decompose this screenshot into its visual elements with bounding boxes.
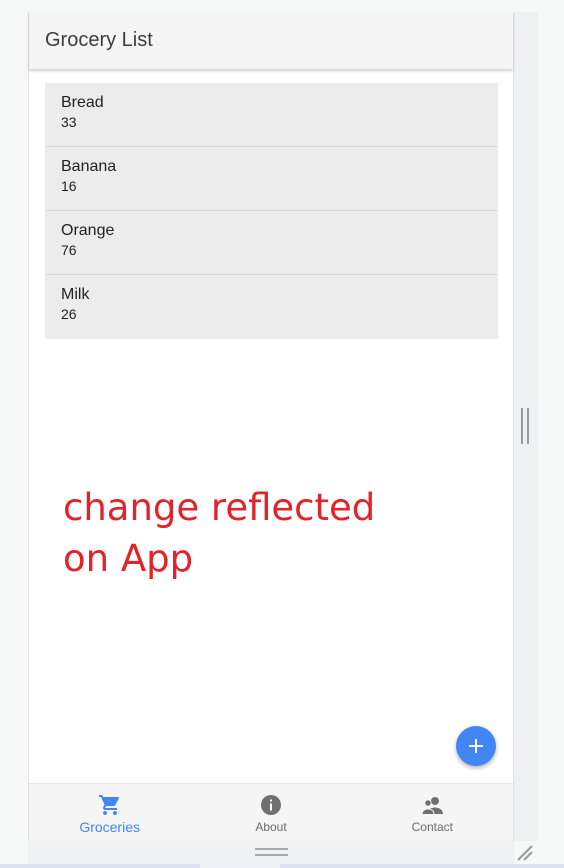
pane-splitter-handle[interactable] — [521, 408, 529, 444]
nav-tab-contact[interactable]: Contact — [352, 784, 513, 841]
annotation-line-2: on App — [63, 537, 194, 580]
annotation-text: change reflected on App — [63, 482, 443, 584]
bottom-strip — [0, 864, 564, 868]
drag-handle[interactable] — [255, 848, 288, 856]
item-quantity: 16 — [61, 178, 77, 194]
plus-icon — [469, 739, 483, 753]
resize-grip-icon[interactable] — [516, 844, 534, 862]
annotation-line-1: change reflected — [63, 486, 376, 529]
app-header: Grocery List — [29, 12, 513, 69]
nav-label-about: About — [255, 820, 287, 834]
list-item[interactable]: Orange 76 — [45, 211, 498, 275]
item-name: Orange — [61, 222, 115, 239]
contacts-icon — [421, 797, 444, 814]
item-name: Banana — [61, 158, 117, 175]
bottom-navigation: Groceries About Contact — [29, 783, 513, 841]
item-name: Milk — [61, 286, 90, 303]
item-quantity: 76 — [61, 242, 77, 258]
item-quantity: 33 — [61, 114, 77, 130]
list-item[interactable]: Milk 26 — [45, 275, 498, 339]
nav-tab-about[interactable]: About — [190, 784, 351, 841]
nav-tab-groceries[interactable]: Groceries — [29, 784, 190, 841]
nav-label-groceries: Groceries — [79, 819, 140, 835]
item-name: Bread — [61, 94, 104, 111]
list-item[interactable]: Bread 33 — [45, 83, 498, 147]
add-item-button[interactable] — [456, 726, 496, 766]
app-viewport: Grocery List Bread 33 Banana 16 Orange 7… — [28, 12, 514, 841]
cart-icon — [98, 795, 119, 815]
item-quantity: 26 — [61, 306, 77, 322]
page-title: Grocery List — [45, 29, 153, 51]
nav-label-contact: Contact — [411, 820, 453, 834]
info-icon — [260, 795, 281, 815]
grocery-list: Bread 33 Banana 16 Orange 76 Milk 26 — [45, 83, 498, 339]
list-item[interactable]: Banana 16 — [45, 147, 498, 211]
